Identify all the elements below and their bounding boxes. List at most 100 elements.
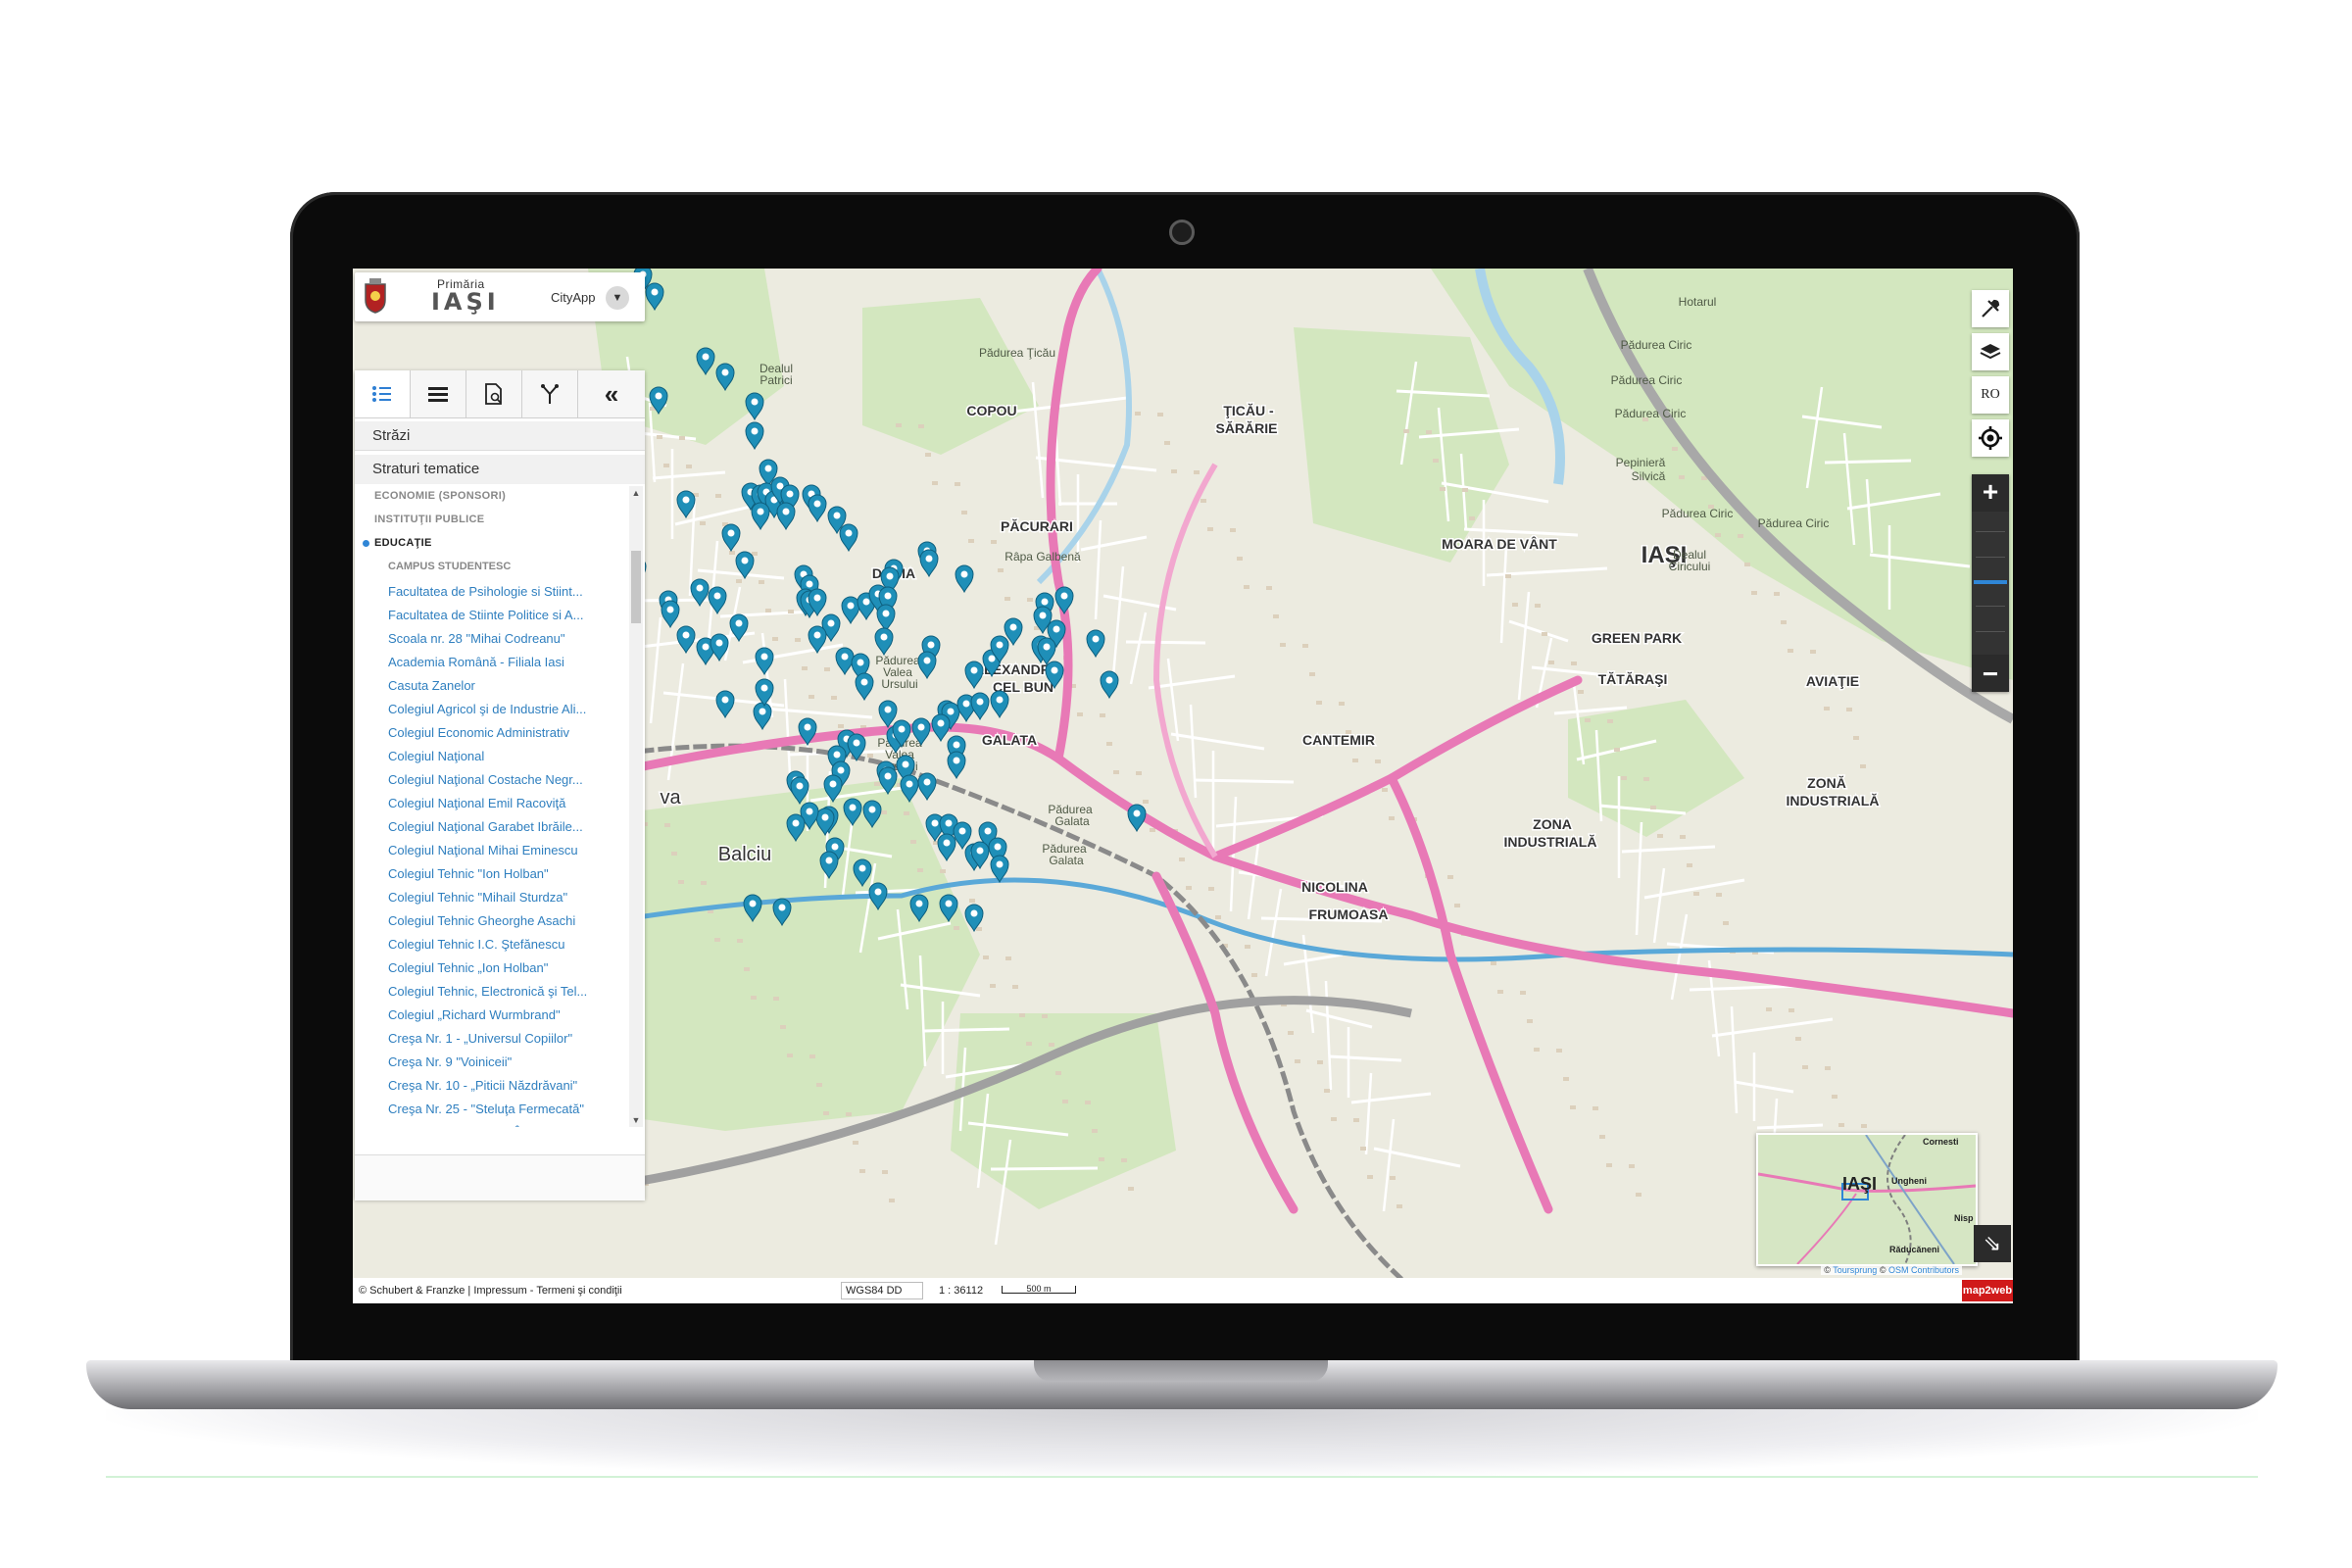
layer-label: EDUCAŢIE bbox=[374, 537, 432, 549]
building bbox=[1535, 604, 1541, 608]
poi-marker-dot bbox=[862, 598, 870, 606]
poi-marker-dot bbox=[902, 760, 909, 768]
map-label: Hotarul bbox=[1679, 295, 1717, 309]
map-label: Pădurea Ciric bbox=[1758, 516, 1830, 530]
layers-button[interactable] bbox=[1972, 333, 2009, 370]
tab-route[interactable] bbox=[522, 370, 578, 417]
poi-marker-dot bbox=[829, 780, 837, 788]
building bbox=[1194, 470, 1200, 474]
building bbox=[816, 1083, 822, 1087]
zoom-in-button[interactable]: + bbox=[1972, 474, 2009, 510]
layer-list-scrollbar[interactable]: ▲ ▼ bbox=[629, 486, 643, 1127]
building bbox=[679, 436, 685, 440]
poi-marker-dot bbox=[884, 772, 892, 780]
zoom-level-indicator[interactable] bbox=[1974, 580, 2007, 584]
poi-marker-dot bbox=[1041, 598, 1049, 606]
attribution-toursprung-link[interactable]: Toursprung bbox=[1833, 1265, 1877, 1275]
building bbox=[1150, 828, 1155, 832]
building bbox=[867, 754, 873, 758]
laptop-shadow bbox=[106, 1409, 2258, 1478]
poi-marker-dot bbox=[831, 843, 839, 851]
attribution-separator: © bbox=[1879, 1265, 1886, 1275]
zoom-slider[interactable] bbox=[1972, 512, 2009, 655]
map-label: NICOLINA bbox=[1301, 879, 1368, 895]
section-thematic-layers[interactable]: Straturi tematice bbox=[355, 455, 645, 484]
poi-marker-dot bbox=[917, 723, 925, 731]
building bbox=[1578, 690, 1584, 694]
building bbox=[1592, 1106, 1598, 1110]
scroll-up-icon[interactable]: ▲ bbox=[629, 486, 643, 500]
overview-toggle-button[interactable]: ⇘ bbox=[1974, 1225, 2011, 1262]
tab-legend-list[interactable] bbox=[355, 370, 411, 417]
poi-marker-dot bbox=[898, 725, 906, 733]
resize-arrow-icon: ⇘ bbox=[1983, 1231, 2002, 1255]
building bbox=[1606, 1163, 1612, 1167]
scroll-thumb[interactable] bbox=[631, 551, 641, 623]
building bbox=[1026, 1042, 1032, 1046]
building bbox=[765, 609, 771, 612]
building bbox=[1157, 413, 1163, 416]
zoom-tick bbox=[1976, 631, 2005, 632]
map-label: Pădurea Ţicău bbox=[979, 346, 1055, 360]
building bbox=[1846, 708, 1852, 711]
poi-marker-dot bbox=[847, 602, 855, 610]
building bbox=[1200, 499, 1206, 503]
tab-collapse[interactable]: « bbox=[578, 370, 645, 417]
poi-marker-dot bbox=[976, 698, 984, 706]
laptop-foot-line bbox=[106, 1476, 2258, 1478]
layer-label: CAMPUS STUDENTESC bbox=[388, 561, 512, 572]
building bbox=[1556, 1049, 1562, 1053]
tools-button[interactable] bbox=[1972, 290, 2009, 327]
poi-marker-dot bbox=[813, 500, 821, 508]
building bbox=[1237, 557, 1243, 561]
building bbox=[1520, 991, 1526, 995]
building bbox=[1389, 816, 1395, 820]
overview-map[interactable]: IAŞI Cornesti Ungheni Nisp Răducăneni bbox=[1756, 1133, 1978, 1266]
tab-menu[interactable] bbox=[411, 370, 466, 417]
poi-marker-dot bbox=[833, 512, 841, 519]
map-label: PĂCURARI bbox=[1001, 518, 1073, 534]
poi-marker-dot bbox=[849, 804, 857, 811]
building bbox=[1548, 661, 1554, 664]
building bbox=[1570, 1105, 1576, 1109]
crs-select[interactable]: WGS84 DD bbox=[841, 1282, 923, 1299]
poi-marker-dot bbox=[760, 684, 768, 692]
active-dot-icon bbox=[363, 540, 369, 547]
poi-marker-dot bbox=[1043, 643, 1051, 651]
zoom-out-button[interactable]: − bbox=[1972, 657, 2009, 692]
building bbox=[1106, 742, 1112, 746]
scroll-down-icon[interactable]: ▼ bbox=[629, 1113, 643, 1127]
attribution-osm-link[interactable]: OSM Contributors bbox=[1888, 1265, 1959, 1275]
app-name: CityApp bbox=[551, 290, 596, 305]
building bbox=[1643, 777, 1649, 781]
building bbox=[1273, 614, 1279, 618]
poi-marker-dot bbox=[868, 806, 876, 813]
poi-marker-dot bbox=[886, 572, 894, 580]
building bbox=[983, 956, 989, 959]
building bbox=[780, 1025, 786, 1029]
street bbox=[922, 1027, 1010, 1033]
locate-button[interactable] bbox=[1972, 419, 2009, 457]
poi-marker-dot bbox=[984, 827, 992, 835]
section-streets[interactable]: Străzi bbox=[355, 421, 645, 451]
building bbox=[1331, 1117, 1337, 1121]
poi-marker-dot bbox=[906, 780, 913, 788]
poi-marker-dot bbox=[721, 368, 729, 376]
building bbox=[1062, 1100, 1068, 1103]
copyright-link[interactable]: © Schubert & Franzke | Impressum - Terme… bbox=[359, 1285, 622, 1297]
language-button[interactable]: RO bbox=[1972, 376, 2009, 414]
building bbox=[846, 1112, 852, 1116]
layer-label: INSTITUŢII PUBLICE bbox=[374, 514, 485, 525]
building bbox=[991, 540, 997, 544]
tab-document-search[interactable] bbox=[466, 370, 522, 417]
app-header: Primăria IAŞI CityApp ▼ bbox=[355, 272, 645, 321]
map2web-logo[interactable]: map2web bbox=[1962, 1280, 2013, 1301]
building bbox=[1433, 459, 1439, 463]
poi-marker-dot bbox=[806, 808, 813, 815]
poi-marker-dot bbox=[833, 751, 841, 759]
map-label: Patrici bbox=[760, 373, 792, 387]
chevron-down-icon[interactable]: ▼ bbox=[606, 286, 629, 310]
poi-marker-dot bbox=[713, 592, 721, 600]
building bbox=[1042, 1014, 1048, 1018]
building bbox=[1774, 592, 1780, 596]
